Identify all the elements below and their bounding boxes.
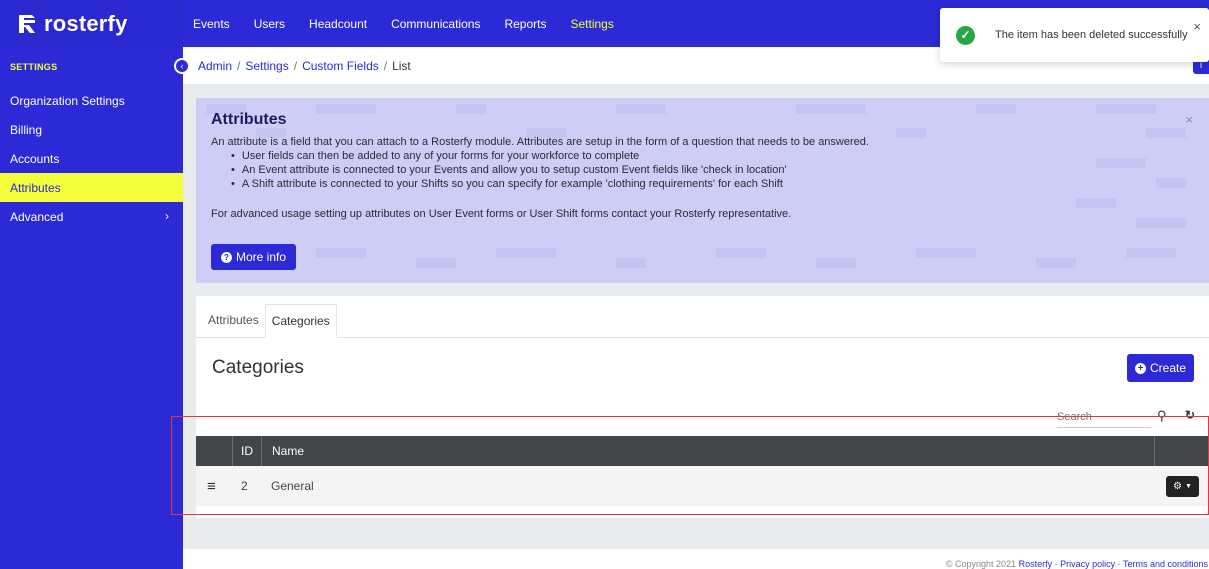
row-actions-button[interactable]: ⚙ ▼ bbox=[1166, 476, 1199, 497]
breadcrumb-admin[interactable]: Admin bbox=[198, 59, 232, 73]
search-icon[interactable]: ⚲ bbox=[1157, 408, 1167, 424]
more-info-button[interactable]: ? More info bbox=[211, 244, 297, 270]
row-name: General bbox=[271, 479, 314, 493]
nav-headcount[interactable]: Headcount bbox=[309, 17, 367, 31]
column-header-name[interactable]: Name bbox=[262, 436, 1155, 466]
drag-handle[interactable]: ≡ bbox=[207, 466, 216, 506]
footer-text: © Copyright 2021 Rosterfy - Privacy poli… bbox=[946, 559, 1208, 569]
footer: © Copyright 2021 Rosterfy - Privacy poli… bbox=[183, 549, 1209, 569]
nav-communications[interactable]: Communications bbox=[391, 17, 480, 31]
nav-reports[interactable]: Reports bbox=[504, 17, 546, 31]
table-header: ID Name bbox=[196, 436, 1209, 466]
info-footer-text: For advanced usage setting up attributes… bbox=[211, 208, 792, 220]
sidebar-item-advanced[interactable]: Advanced › bbox=[0, 202, 183, 231]
top-nav-menu: Events Users Headcount Communications Re… bbox=[193, 0, 638, 47]
footer-separator: - bbox=[1115, 559, 1123, 569]
list-item: An Event attribute is connected to your … bbox=[231, 163, 1194, 177]
categories-card: Attributes Categories Categories + Creat… bbox=[196, 296, 1209, 518]
sidebar-item-organization-settings[interactable]: Organization Settings bbox=[0, 86, 183, 115]
sidebar: SETTINGS Organization Settings Billing A… bbox=[0, 47, 183, 569]
more-info-label: More info bbox=[236, 250, 287, 264]
sidebar-item-attributes[interactable]: Attributes bbox=[0, 173, 183, 202]
drag-column-header bbox=[196, 436, 233, 466]
breadcrumb-separator: / bbox=[237, 58, 241, 73]
list-item: A Shift attribute is connected to your S… bbox=[231, 177, 1194, 191]
row-id: 2 bbox=[241, 479, 248, 493]
breadcrumb-separator: / bbox=[293, 58, 298, 73]
chevron-right-icon: › bbox=[165, 209, 169, 223]
rosterfy-logo[interactable]: rosterfy bbox=[0, 0, 183, 47]
caret-down-icon: ▼ bbox=[1185, 483, 1192, 490]
search-input[interactable] bbox=[1057, 406, 1151, 428]
create-button[interactable]: + Create bbox=[1127, 354, 1194, 382]
sidebar-item-label: Organization Settings bbox=[10, 93, 125, 108]
refresh-icon[interactable]: ↻ bbox=[1185, 408, 1195, 422]
sidebar-item-accounts[interactable]: Accounts bbox=[0, 144, 183, 173]
breadcrumb: Admin / Settings / Custom Fields / List bbox=[183, 59, 411, 73]
table-row[interactable]: ≡ 2 General ⚙ ▼ bbox=[196, 466, 1209, 506]
gear-icon: ⚙ bbox=[1173, 481, 1183, 492]
breadcrumb-current: List bbox=[392, 58, 411, 73]
rosterfy-logo-icon bbox=[19, 14, 35, 33]
toast-message: The item has been deleted successfully bbox=[995, 29, 1188, 41]
copyright-text: © Copyright 2021 bbox=[945, 559, 1019, 569]
info-title: Attributes bbox=[211, 111, 287, 128]
question-circle-icon: ? bbox=[221, 251, 232, 263]
page-title: Categories bbox=[212, 357, 304, 378]
plus-circle-icon: + bbox=[1134, 362, 1146, 374]
toast-close-icon[interactable]: × bbox=[1193, 19, 1201, 34]
nav-events[interactable]: Events bbox=[193, 17, 230, 31]
list-item: User fields can then be added to any of … bbox=[231, 149, 1194, 163]
tab-bar: Attributes Categories bbox=[196, 296, 1209, 338]
terms-link[interactable]: Terms and conditions bbox=[1123, 559, 1208, 569]
rosterfy-link[interactable]: Rosterfy bbox=[1019, 559, 1053, 569]
breadcrumb-separator: / bbox=[383, 58, 388, 73]
breadcrumb-settings[interactable]: Settings bbox=[245, 59, 288, 73]
info-close-icon[interactable]: × bbox=[1185, 112, 1193, 127]
sidebar-item-label: Billing bbox=[10, 122, 43, 137]
sidebar-item-billing[interactable]: Billing bbox=[0, 115, 183, 144]
attributes-info-panel: Attributes An attribute is a field that … bbox=[196, 98, 1209, 283]
sidebar-item-label: Accounts bbox=[10, 151, 60, 166]
tab-categories[interactable]: Categories bbox=[264, 304, 337, 338]
info-intro: An attribute is a field that you can att… bbox=[211, 136, 869, 148]
nav-settings[interactable]: Settings bbox=[570, 17, 613, 31]
table-toolbar: ⚲ ↻ bbox=[196, 400, 1209, 436]
privacy-policy-link[interactable]: Privacy policy bbox=[1060, 559, 1115, 569]
breadcrumb-custom-fields[interactable]: Custom Fields bbox=[302, 59, 379, 73]
collapse-sidebar-icon[interactable]: ‹ bbox=[174, 58, 190, 74]
info-bullets: User fields can then be added to any of … bbox=[211, 149, 1194, 191]
check-circle-icon: ✓ bbox=[956, 25, 975, 45]
column-header-id[interactable]: ID bbox=[233, 436, 262, 466]
nav-users[interactable]: Users bbox=[254, 17, 285, 31]
footer-separator: - bbox=[1052, 559, 1061, 569]
sidebar-item-label: Attributes bbox=[10, 180, 61, 195]
create-label: Create bbox=[1149, 361, 1187, 375]
sidebar-item-label: Advanced bbox=[10, 209, 64, 224]
sidebar-heading: SETTINGS bbox=[10, 61, 58, 72]
brand-name: rosterfy bbox=[44, 10, 128, 36]
drag-handle-icon: ≡ bbox=[207, 477, 216, 495]
actions-column-header bbox=[1155, 436, 1209, 466]
tab-attributes[interactable]: Attributes bbox=[202, 303, 265, 337]
success-toast: ✓ The item has been deleted successfully… bbox=[940, 8, 1209, 62]
